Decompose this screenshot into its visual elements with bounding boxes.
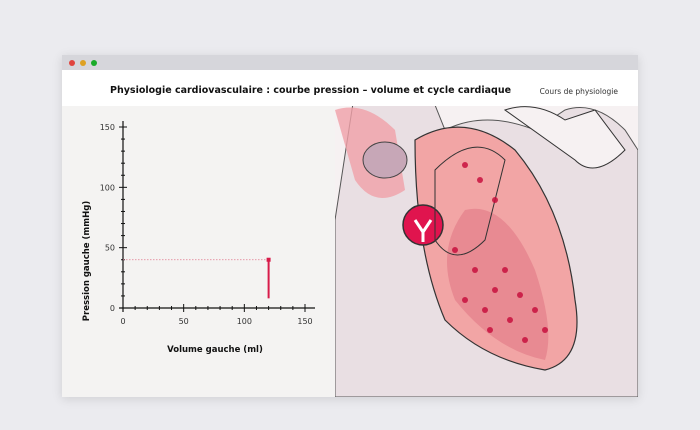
x-tick-label: 150: [297, 317, 312, 326]
title-bar: [62, 55, 638, 70]
pv-chart-panel: 0 50 100 150 0 50 100 150 Volume gauche (ml) Pr…: [62, 106, 335, 397]
page-header: Physiologie cardiovasculaire : courbe pr…: [62, 70, 638, 106]
x-tick-label: 50: [179, 317, 189, 326]
heart-illustration: [334, 70, 638, 397]
maximize-button[interactable]: [91, 60, 97, 66]
course-label: Cours de physiologie: [539, 87, 618, 96]
x-tick-label: 100: [237, 317, 252, 326]
y-tick-label: 0: [110, 304, 115, 313]
close-button[interactable]: [69, 60, 75, 66]
y-tick-label: 150: [100, 123, 115, 132]
minimize-button[interactable]: [80, 60, 86, 66]
y-axis-label: Pression gauche (mmHg): [82, 201, 92, 322]
browser-window: Physiologie cardiovasculaire : courbe pr…: [62, 55, 638, 397]
pv-chart: 0 50 100 150 0 50 100 150 Volume gauche (ml) Pr…: [82, 121, 315, 355]
x-axis-label: Volume gauche (ml): [167, 345, 263, 355]
y-tick-label: 50: [105, 244, 115, 253]
page-title: Physiologie cardiovasculaire : courbe pr…: [110, 85, 512, 96]
current-point: [266, 257, 271, 262]
y-tick-label: 100: [100, 183, 115, 192]
x-tick-label: 0: [120, 317, 125, 326]
